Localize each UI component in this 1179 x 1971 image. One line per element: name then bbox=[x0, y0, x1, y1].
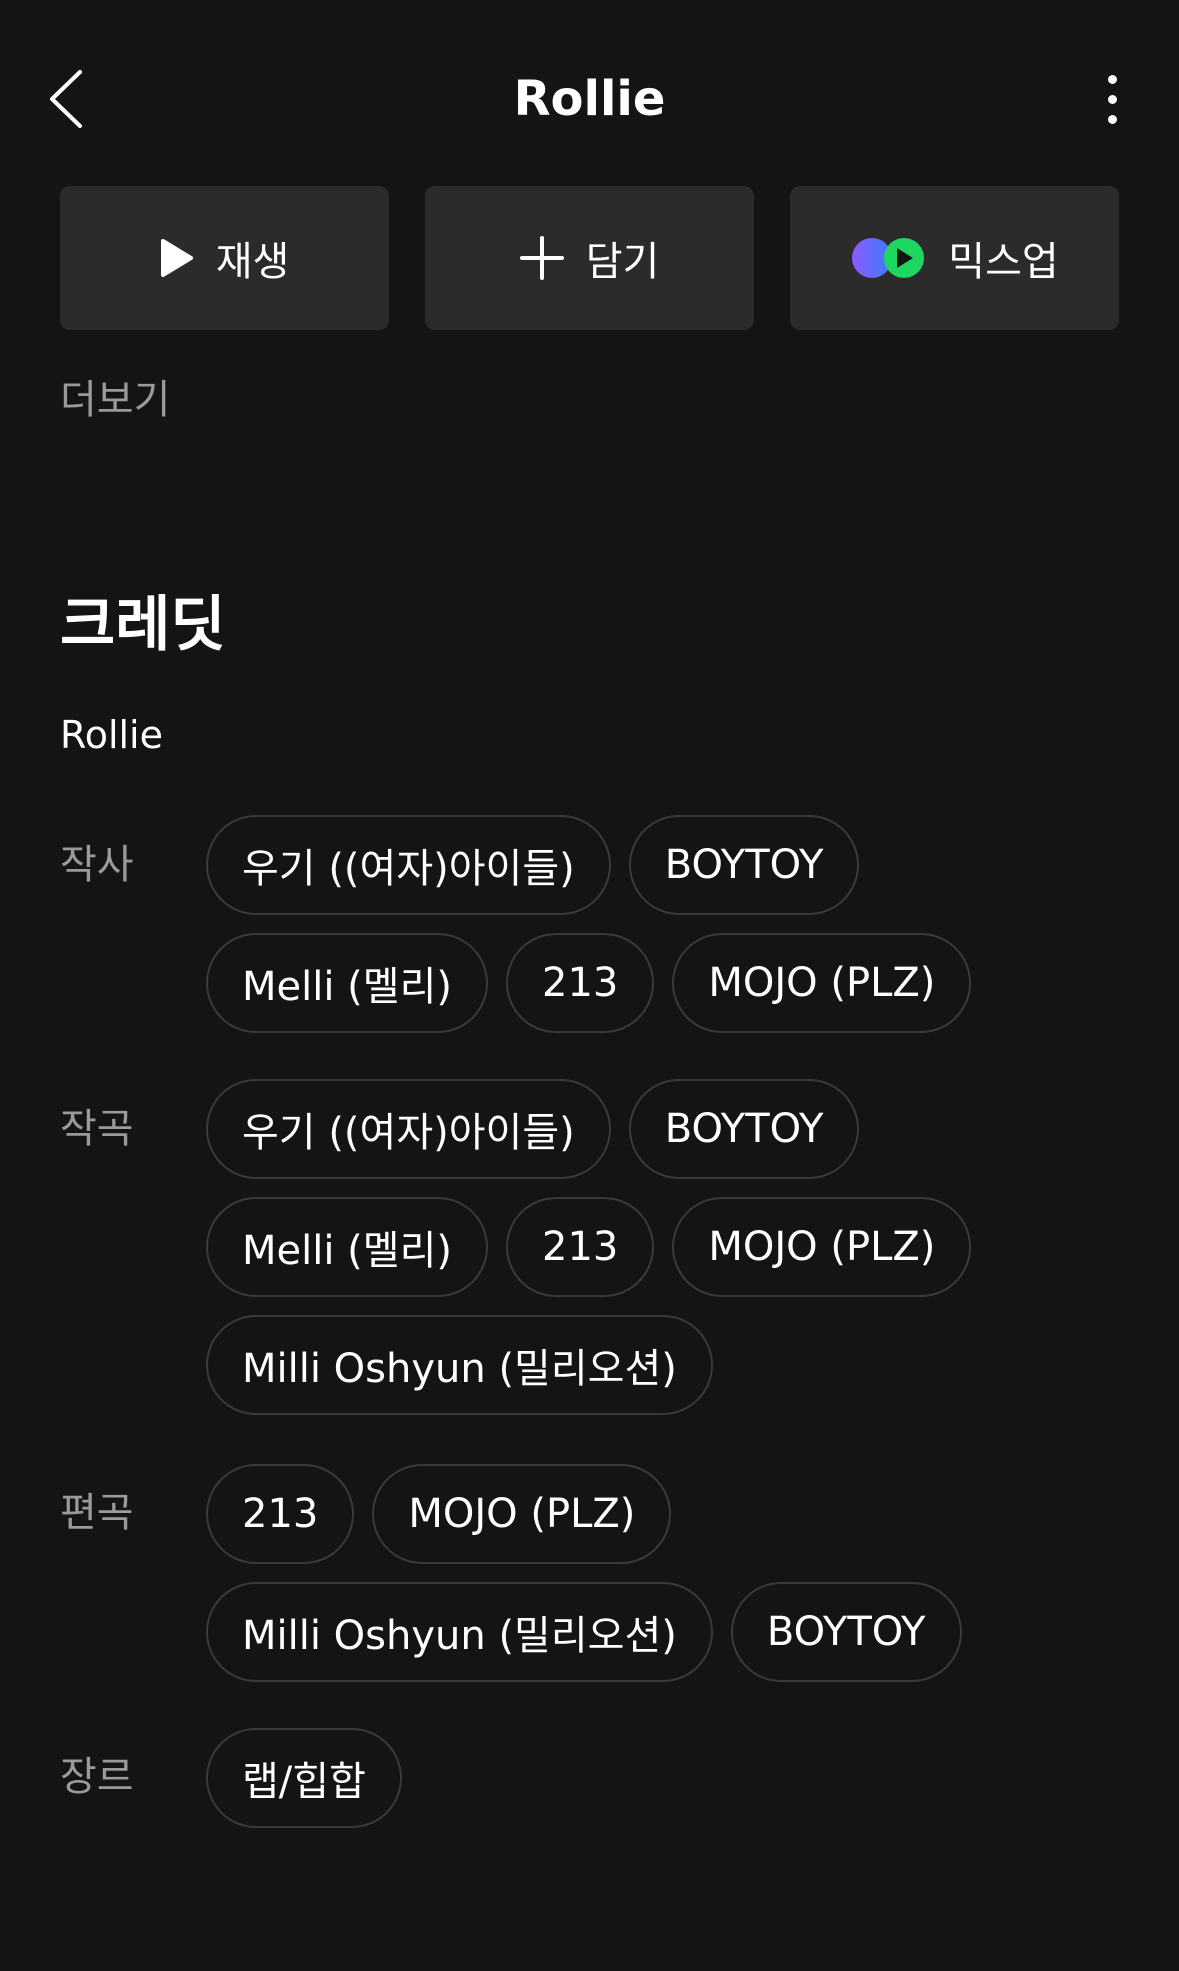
page-title: Rollie bbox=[513, 71, 666, 127]
credit-chip[interactable]: 우기 ((여자)아이들) bbox=[206, 815, 611, 915]
genre-label: 장르 bbox=[60, 1754, 134, 1800]
credit-chip[interactable]: Melli (멜리) bbox=[206, 933, 488, 1033]
credits-song-title: Rollie bbox=[60, 713, 163, 757]
play-label: 재생 bbox=[215, 239, 290, 285]
mixup-label: 믹스업 bbox=[948, 239, 1059, 285]
credit-chip[interactable]: BOYTOY bbox=[628, 815, 860, 915]
credits-heading: 크레딧 bbox=[60, 590, 226, 660]
composer-list: 우기 ((여자)아이들) BOYTOY Melli (멜리) 213 MOJO … bbox=[206, 1079, 1126, 1415]
credit-chip[interactable]: 213 bbox=[506, 933, 655, 1033]
credit-chip[interactable]: Melli (멜리) bbox=[206, 1197, 488, 1297]
credit-chip[interactable]: 우기 ((여자)아이들) bbox=[206, 1079, 611, 1179]
add-button[interactable]: 담기 bbox=[425, 186, 754, 330]
more-link[interactable]: 더보기 bbox=[60, 370, 170, 430]
lyricist-label: 작사 bbox=[60, 842, 134, 888]
more-options-icon[interactable] bbox=[1090, 66, 1134, 132]
arranger-label: 편곡 bbox=[60, 1490, 134, 1536]
credit-chip[interactable]: 213 bbox=[206, 1464, 355, 1564]
genre-list: 랩/힙합 bbox=[206, 1728, 1126, 1828]
add-label: 담기 bbox=[585, 239, 660, 285]
credit-chip[interactable]: MOJO (PLZ) bbox=[672, 1197, 972, 1297]
credit-chip[interactable]: MOJO (PLZ) bbox=[372, 1464, 672, 1564]
composer-label: 작곡 bbox=[60, 1106, 134, 1152]
arranger-list: 213 MOJO (PLZ) Milli Oshyun (밀리오션) BOYTO… bbox=[206, 1464, 1126, 1682]
plus-icon bbox=[519, 236, 564, 280]
credit-chip[interactable]: Milli Oshyun (밀리오션) bbox=[206, 1582, 713, 1682]
lyricist-list: 우기 ((여자)아이들) BOYTOY Melli (멜리) 213 MOJO … bbox=[206, 815, 1126, 1033]
credit-chip[interactable]: 213 bbox=[506, 1197, 655, 1297]
credit-chip[interactable]: Milli Oshyun (밀리오션) bbox=[206, 1315, 713, 1415]
credit-chip[interactable]: BOYTOY bbox=[628, 1079, 860, 1179]
action-bar: 재생 담기 믹스업 bbox=[60, 186, 1119, 330]
credit-chip[interactable]: BOYTOY bbox=[730, 1582, 962, 1682]
play-button[interactable]: 재생 bbox=[60, 186, 389, 330]
credit-chip[interactable]: MOJO (PLZ) bbox=[672, 933, 972, 1033]
play-icon bbox=[160, 239, 193, 277]
mixup-icon bbox=[852, 238, 925, 278]
mixup-button[interactable]: 믹스업 bbox=[790, 186, 1119, 330]
genre-chip[interactable]: 랩/힙합 bbox=[206, 1728, 402, 1828]
